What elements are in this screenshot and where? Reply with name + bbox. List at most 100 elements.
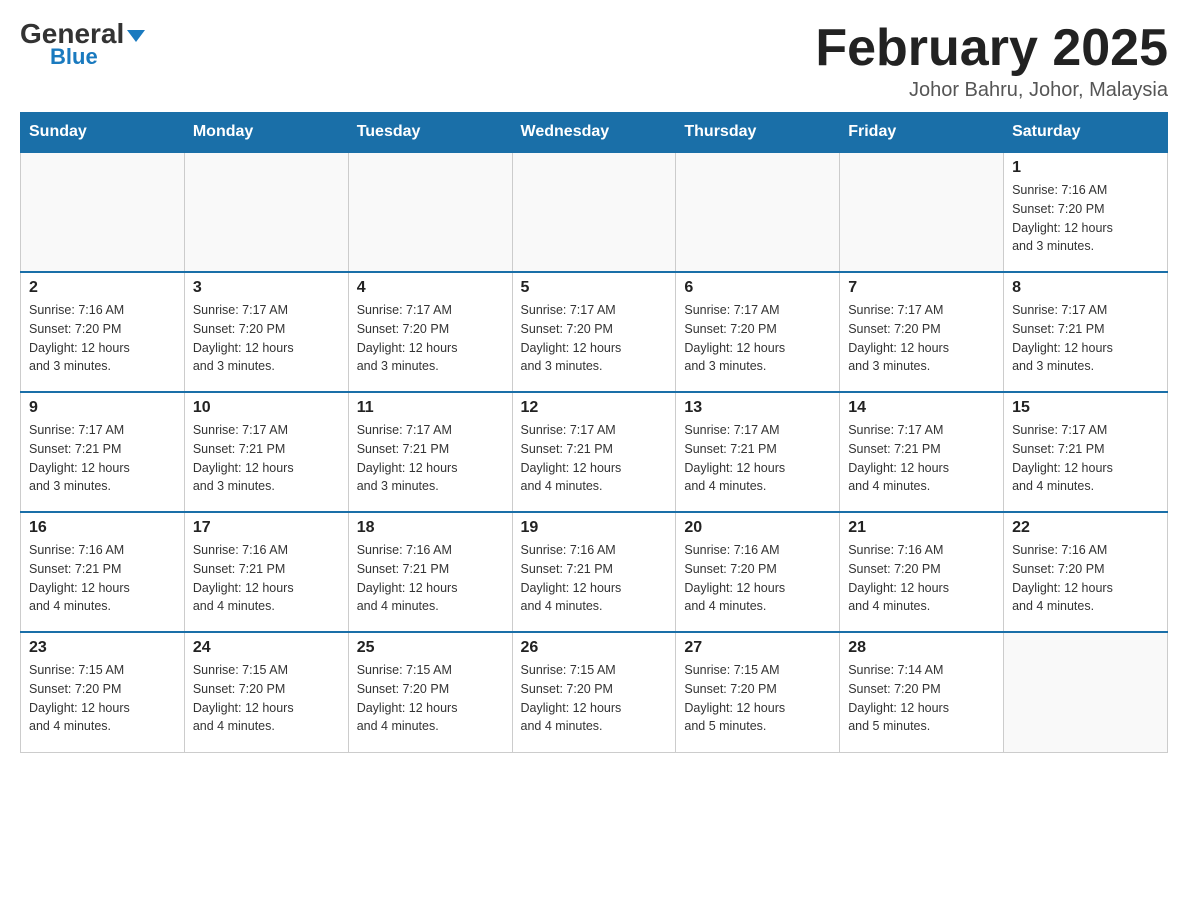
day-number: 28 xyxy=(848,639,995,657)
calendar-cell: 19 Sunrise: 7:16 AM Sunset: 7:21 PM Dayli… xyxy=(512,512,676,632)
day-number: 13 xyxy=(684,399,831,417)
day-number: 2 xyxy=(29,279,176,297)
day-info: Sunrise: 7:17 AM Sunset: 7:21 PM Dayligh… xyxy=(684,421,831,496)
day-info: Sunrise: 7:16 AM Sunset: 7:21 PM Dayligh… xyxy=(521,541,668,616)
calendar-header-monday: Monday xyxy=(184,113,348,153)
day-number: 16 xyxy=(29,519,176,537)
calendar-body: 1 Sunrise: 7:16 AM Sunset: 7:20 PM Daylig… xyxy=(21,152,1168,752)
calendar-cell xyxy=(184,152,348,272)
calendar-week-2: 2 Sunrise: 7:16 AM Sunset: 7:20 PM Daylig… xyxy=(21,272,1168,392)
calendar-cell xyxy=(348,152,512,272)
day-number: 6 xyxy=(684,279,831,297)
calendar-week-4: 16 Sunrise: 7:16 AM Sunset: 7:21 PM Dayli… xyxy=(21,512,1168,632)
day-number: 18 xyxy=(357,519,504,537)
day-info: Sunrise: 7:17 AM Sunset: 7:20 PM Dayligh… xyxy=(193,301,340,376)
calendar-cell xyxy=(676,152,840,272)
day-info: Sunrise: 7:16 AM Sunset: 7:21 PM Dayligh… xyxy=(193,541,340,616)
day-info: Sunrise: 7:15 AM Sunset: 7:20 PM Dayligh… xyxy=(684,661,831,736)
calendar-header-friday: Friday xyxy=(840,113,1004,153)
day-info: Sunrise: 7:15 AM Sunset: 7:20 PM Dayligh… xyxy=(357,661,504,736)
day-number: 4 xyxy=(357,279,504,297)
calendar-cell: 12 Sunrise: 7:17 AM Sunset: 7:21 PM Dayli… xyxy=(512,392,676,512)
calendar-week-5: 23 Sunrise: 7:15 AM Sunset: 7:20 PM Dayli… xyxy=(21,632,1168,752)
day-info: Sunrise: 7:17 AM Sunset: 7:21 PM Dayligh… xyxy=(29,421,176,496)
day-number: 22 xyxy=(1012,519,1159,537)
calendar-week-1: 1 Sunrise: 7:16 AM Sunset: 7:20 PM Daylig… xyxy=(21,152,1168,272)
day-number: 11 xyxy=(357,399,504,417)
day-number: 5 xyxy=(521,279,668,297)
day-info: Sunrise: 7:17 AM Sunset: 7:21 PM Dayligh… xyxy=(1012,301,1159,376)
day-info: Sunrise: 7:17 AM Sunset: 7:21 PM Dayligh… xyxy=(357,421,504,496)
day-info: Sunrise: 7:15 AM Sunset: 7:20 PM Dayligh… xyxy=(521,661,668,736)
calendar-cell: 14Sunrise: 7:17 AM Sunset: 7:21 PM Dayli… xyxy=(840,392,1004,512)
day-number: 3 xyxy=(193,279,340,297)
calendar-cell: 18 Sunrise: 7:16 AM Sunset: 7:21 PM Dayli… xyxy=(348,512,512,632)
day-number: 17 xyxy=(193,519,340,537)
calendar-cell: 15 Sunrise: 7:17 AM Sunset: 7:21 PM Dayli… xyxy=(1004,392,1168,512)
day-info: Sunrise: 7:17 AM Sunset: 7:20 PM Dayligh… xyxy=(684,301,831,376)
day-number: 20 xyxy=(684,519,831,537)
calendar-cell: 16 Sunrise: 7:16 AM Sunset: 7:21 PM Dayli… xyxy=(21,512,185,632)
day-info: Sunrise: 7:17 AM Sunset: 7:20 PM Dayligh… xyxy=(357,301,504,376)
day-number: 14 xyxy=(848,399,995,417)
calendar-cell: 25Sunrise: 7:15 AM Sunset: 7:20 PM Dayli… xyxy=(348,632,512,752)
day-info: Sunrise: 7:16 AM Sunset: 7:20 PM Dayligh… xyxy=(1012,541,1159,616)
day-number: 15 xyxy=(1012,399,1159,417)
calendar-cell: 7Sunrise: 7:17 AM Sunset: 7:20 PM Daylig… xyxy=(840,272,1004,392)
calendar-cell: 8 Sunrise: 7:17 AM Sunset: 7:21 PM Daylig… xyxy=(1004,272,1168,392)
day-info: Sunrise: 7:15 AM Sunset: 7:20 PM Dayligh… xyxy=(29,661,176,736)
day-info: Sunrise: 7:16 AM Sunset: 7:21 PM Dayligh… xyxy=(29,541,176,616)
calendar-cell: 20 Sunrise: 7:16 AM Sunset: 7:20 PM Dayli… xyxy=(676,512,840,632)
day-number: 12 xyxy=(521,399,668,417)
logo-triangle-icon xyxy=(127,30,145,42)
day-info: Sunrise: 7:16 AM Sunset: 7:20 PM Dayligh… xyxy=(848,541,995,616)
calendar-cell: 5 Sunrise: 7:17 AM Sunset: 7:20 PM Daylig… xyxy=(512,272,676,392)
calendar-cell: 3 Sunrise: 7:17 AM Sunset: 7:20 PM Daylig… xyxy=(184,272,348,392)
calendar-cell: 24Sunrise: 7:15 AM Sunset: 7:20 PM Dayli… xyxy=(184,632,348,752)
calendar-header-thursday: Thursday xyxy=(676,113,840,153)
calendar-header-tuesday: Tuesday xyxy=(348,113,512,153)
day-number: 23 xyxy=(29,639,176,657)
calendar-cell: 17 Sunrise: 7:16 AM Sunset: 7:21 PM Dayli… xyxy=(184,512,348,632)
calendar-cell: 2 Sunrise: 7:16 AM Sunset: 7:20 PM Daylig… xyxy=(21,272,185,392)
calendar-cell: 10Sunrise: 7:17 AM Sunset: 7:21 PM Dayli… xyxy=(184,392,348,512)
calendar-cell xyxy=(21,152,185,272)
calendar-cell: 27Sunrise: 7:15 AM Sunset: 7:20 PM Dayli… xyxy=(676,632,840,752)
month-title: February 2025 xyxy=(815,20,1168,77)
day-number: 26 xyxy=(521,639,668,657)
day-info: Sunrise: 7:17 AM Sunset: 7:21 PM Dayligh… xyxy=(1012,421,1159,496)
calendar-cell: 6 Sunrise: 7:17 AM Sunset: 7:20 PM Daylig… xyxy=(676,272,840,392)
calendar-header-row: SundayMondayTuesdayWednesdayThursdayFrid… xyxy=(21,113,1168,153)
day-info: Sunrise: 7:17 AM Sunset: 7:21 PM Dayligh… xyxy=(521,421,668,496)
day-number: 7 xyxy=(848,279,995,297)
calendar-cell: 13 Sunrise: 7:17 AM Sunset: 7:21 PM Dayli… xyxy=(676,392,840,512)
page-header: General Blue February 2025 Johor Bahru, … xyxy=(20,20,1168,102)
logo-blue-text: Blue xyxy=(50,44,98,70)
calendar-header-sunday: Sunday xyxy=(21,113,185,153)
day-info: Sunrise: 7:17 AM Sunset: 7:20 PM Dayligh… xyxy=(521,301,668,376)
day-number: 19 xyxy=(521,519,668,537)
calendar-cell: 11 Sunrise: 7:17 AM Sunset: 7:21 PM Dayli… xyxy=(348,392,512,512)
calendar-cell xyxy=(1004,632,1168,752)
day-number: 21 xyxy=(848,519,995,537)
day-info: Sunrise: 7:16 AM Sunset: 7:20 PM Dayligh… xyxy=(684,541,831,616)
day-number: 24 xyxy=(193,639,340,657)
calendar-header: SundayMondayTuesdayWednesdayThursdayFrid… xyxy=(21,113,1168,153)
calendar-week-3: 9Sunrise: 7:17 AM Sunset: 7:21 PM Daylig… xyxy=(21,392,1168,512)
calendar-header-saturday: Saturday xyxy=(1004,113,1168,153)
calendar-cell: 28 Sunrise: 7:14 AM Sunset: 7:20 PM Dayli… xyxy=(840,632,1004,752)
location-text: Johor Bahru, Johor, Malaysia xyxy=(815,79,1168,102)
day-info: Sunrise: 7:16 AM Sunset: 7:21 PM Dayligh… xyxy=(357,541,504,616)
logo: General Blue xyxy=(20,20,145,70)
calendar-cell: 9Sunrise: 7:17 AM Sunset: 7:21 PM Daylig… xyxy=(21,392,185,512)
title-section: February 2025 Johor Bahru, Johor, Malays… xyxy=(815,20,1168,102)
day-number: 10 xyxy=(193,399,340,417)
calendar-cell: 23 Sunrise: 7:15 AM Sunset: 7:20 PM Dayli… xyxy=(21,632,185,752)
day-number: 8 xyxy=(1012,279,1159,297)
day-number: 1 xyxy=(1012,159,1159,177)
day-info: Sunrise: 7:16 AM Sunset: 7:20 PM Dayligh… xyxy=(1012,181,1159,256)
calendar-header-wednesday: Wednesday xyxy=(512,113,676,153)
calendar-cell xyxy=(840,152,1004,272)
day-info: Sunrise: 7:14 AM Sunset: 7:20 PM Dayligh… xyxy=(848,661,995,736)
day-info: Sunrise: 7:16 AM Sunset: 7:20 PM Dayligh… xyxy=(29,301,176,376)
